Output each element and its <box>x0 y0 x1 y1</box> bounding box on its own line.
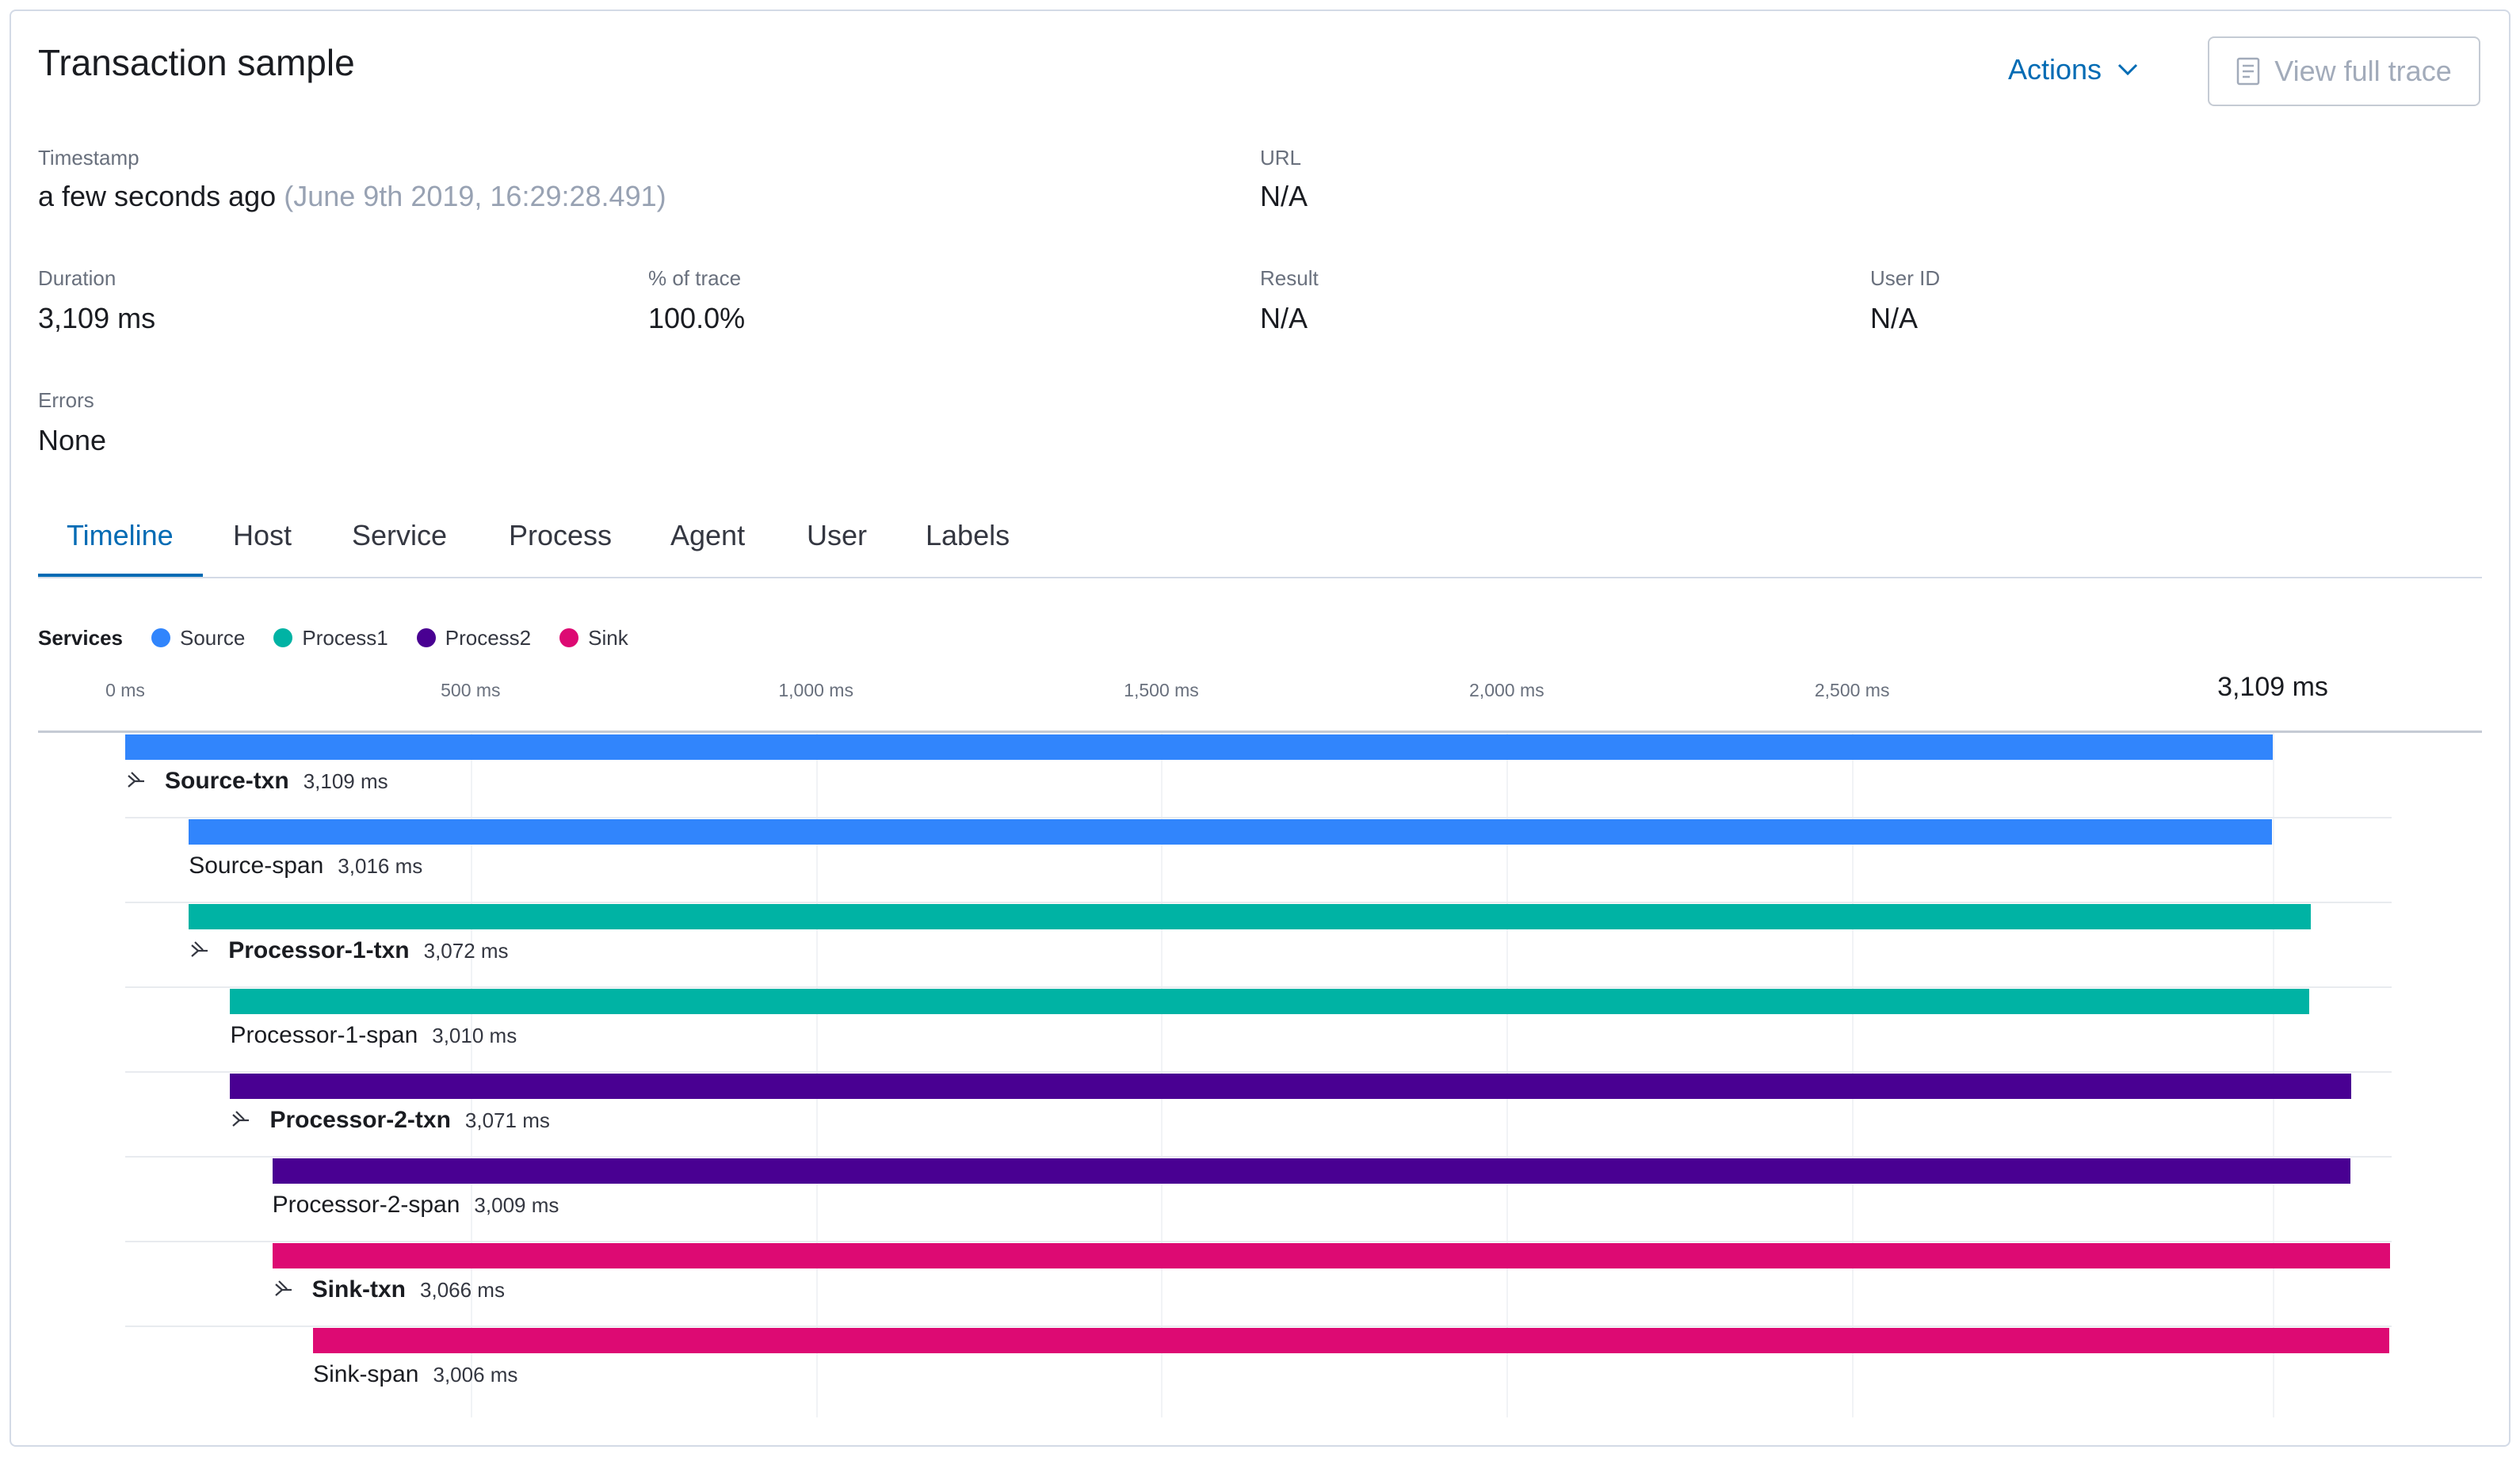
tab-agent[interactable]: Agent <box>670 521 745 550</box>
row-separator <box>125 817 2392 818</box>
duration-value: 3,109 ms <box>38 302 156 334</box>
timestamp-label: Timestamp <box>38 146 139 170</box>
timestamp-relative: a few seconds ago <box>38 180 277 212</box>
row-duration: 3,066 ms <box>420 1278 505 1302</box>
timeline-bar[interactable] <box>189 819 2273 845</box>
legend-dot-process2 <box>416 628 436 647</box>
row-duration: 3,010 ms <box>432 1024 517 1047</box>
row-name: Source-txn <box>165 768 289 794</box>
timeline-bar[interactable] <box>189 904 2311 929</box>
merge-icon <box>191 941 208 957</box>
url-value: N/A <box>1260 180 1308 212</box>
axis-tick-label: 0 ms <box>105 680 145 700</box>
row-name: Source-span <box>189 853 324 879</box>
tab-service[interactable]: Service <box>352 521 447 550</box>
transaction-row-label[interactable]: Processor-1-txn 3,072 ms <box>189 937 509 963</box>
legend-dot-process1 <box>273 628 293 647</box>
chevron-down-icon <box>2118 63 2138 76</box>
row-name: Processor-2-span <box>272 1192 460 1218</box>
tab-user[interactable]: User <box>807 521 867 550</box>
merge-icon <box>274 1280 292 1296</box>
row-name: Sink-txn <box>311 1276 407 1303</box>
legend-label-sink: Sink <box>588 626 628 650</box>
row-name: Processor-2-txn <box>269 1107 451 1133</box>
active-tab-indicator <box>38 574 203 577</box>
legend-item-process1: Process1 <box>273 628 388 648</box>
row-duration: 3,072 ms <box>423 939 509 963</box>
legend-label-source: Source <box>179 626 246 650</box>
row-duration: 3,071 ms <box>464 1108 550 1132</box>
result-value: N/A <box>1260 302 1308 334</box>
tab-host[interactable]: Host <box>233 521 292 550</box>
span-row-label[interactable]: Sink-span 3,006 ms <box>313 1363 517 1387</box>
axis-tick-label: 1,500 ms <box>1124 680 1199 700</box>
timeline-bar[interactable] <box>230 989 2310 1014</box>
merge-icon <box>128 772 144 788</box>
legend-item-source: Source <box>151 628 245 648</box>
timeline-bar[interactable] <box>230 1074 2352 1099</box>
row-separator <box>125 1071 2392 1073</box>
view-full-trace-button[interactable]: View full trace <box>2208 36 2480 106</box>
pct-trace-value: 100.0% <box>648 302 746 334</box>
legend-item-process2: Process2 <box>416 626 532 650</box>
duration-label: Duration <box>38 266 116 290</box>
errors-label: Errors <box>38 388 94 412</box>
span-row-label[interactable]: Source-span 3,016 ms <box>189 854 422 878</box>
row-separator <box>125 902 2392 903</box>
transaction-row-label[interactable]: Processor-2-txn 3,071 ms <box>230 1107 550 1133</box>
row-duration: 3,109 ms <box>303 769 388 793</box>
tab-bar: Timeline Host Service Process Agent User… <box>38 498 2482 578</box>
document-icon <box>2237 57 2260 86</box>
tab-timeline[interactable]: Timeline <box>67 521 174 550</box>
legend-title: Services <box>38 626 123 650</box>
legend-label-process1: Process1 <box>302 626 388 650</box>
row-duration: 3,016 ms <box>338 854 423 878</box>
legend-dot-sink <box>559 628 579 647</box>
transaction-row-label[interactable]: Source-txn 3,109 ms <box>125 769 388 793</box>
url-label: URL <box>1260 146 1302 170</box>
span-row-label[interactable]: Processor-2-span 3,009 ms <box>273 1193 559 1217</box>
row-name: Processor-1-span <box>230 1022 418 1048</box>
actions-label: Actions <box>2008 53 2102 86</box>
row-separator <box>125 986 2392 988</box>
errors-value: None <box>38 424 107 456</box>
axis-tick-label: 500 ms <box>441 680 501 700</box>
tab-process[interactable]: Process <box>509 521 612 550</box>
timestamp-absolute: (June 9th 2019, 16:29:28.491) <box>284 180 666 212</box>
axis-tick-label: 2,500 ms <box>1814 680 1890 700</box>
timeline-bar[interactable] <box>272 1158 2351 1184</box>
actions-dropdown[interactable]: Actions <box>2008 55 2138 84</box>
row-duration: 3,009 ms <box>474 1193 559 1217</box>
legend-label-process2: Process2 <box>445 626 532 650</box>
row-name: Sink-span <box>313 1361 419 1387</box>
row-duration: 3,006 ms <box>433 1363 518 1387</box>
axis-total-label: 3,109 ms <box>2217 672 2328 702</box>
legend-dot-source <box>151 628 170 647</box>
user-id-label: User ID <box>1870 266 1941 290</box>
axis-tick-label: 2,000 ms <box>1469 680 1544 700</box>
axis-tick-label: 1,000 ms <box>778 680 853 700</box>
legend-item-sink: Sink <box>559 628 628 648</box>
row-separator <box>125 1241 2392 1242</box>
merge-icon <box>232 1111 250 1127</box>
row-name: Processor-1-txn <box>228 937 410 963</box>
row-separator <box>125 1326 2392 1327</box>
row-separator <box>125 1156 2392 1158</box>
pct-trace-label: % of trace <box>648 266 742 290</box>
services-legend: Services Source Process1 Process2 Sink <box>38 628 657 648</box>
transaction-sample-panel <box>10 10 2510 1447</box>
span-row-label[interactable]: Processor-1-span 3,010 ms <box>230 1024 517 1047</box>
timeline-bar[interactable] <box>272 1243 2391 1268</box>
page-title: Transaction sample <box>38 42 355 83</box>
timeline-bar[interactable] <box>125 734 2273 760</box>
timestamp-value: a few seconds ago (June 9th 2019, 16:29:… <box>38 182 666 211</box>
view-full-trace-label: View full trace <box>2274 55 2452 87</box>
result-label: Result <box>1260 266 1319 290</box>
timeline-bar[interactable] <box>313 1328 2390 1353</box>
transaction-row-label[interactable]: Sink-txn 3,066 ms <box>273 1278 505 1302</box>
tab-labels[interactable]: Labels <box>926 521 1010 550</box>
axis-baseline <box>38 730 2482 733</box>
user-id-value: N/A <box>1870 302 1919 334</box>
